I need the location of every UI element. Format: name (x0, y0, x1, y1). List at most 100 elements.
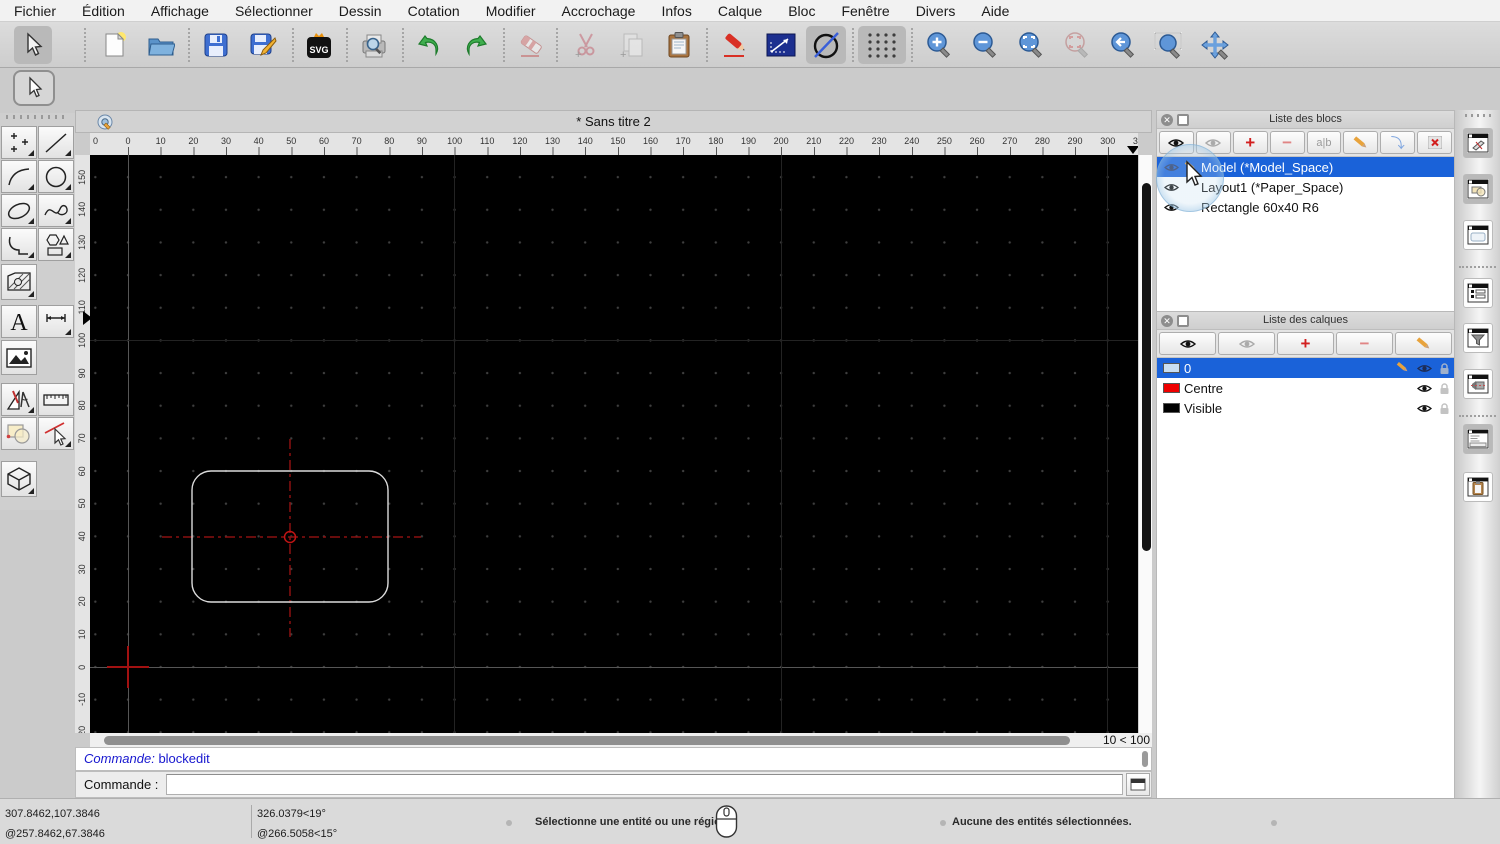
zoom-window-button[interactable] (1150, 26, 1188, 64)
layer-row-0[interactable]: 0 (1157, 358, 1454, 378)
redo-button[interactable] (457, 26, 495, 64)
circle-tool-button[interactable] (38, 160, 74, 193)
line-tool-button[interactable] (38, 126, 74, 159)
hatch-tool-button[interactable] (1, 264, 37, 300)
insert-block-button[interactable]: ⤵ (1380, 131, 1416, 154)
eye-icon[interactable] (1417, 363, 1432, 374)
dock-toggle-filter[interactable] (1463, 323, 1493, 353)
dock-toggle-clipboard[interactable] (1463, 472, 1493, 502)
layer-color-swatch[interactable] (1163, 403, 1180, 413)
command-options-button[interactable] (1126, 773, 1150, 796)
zoom-out-button[interactable] (966, 26, 1004, 64)
measure-tool-button[interactable] (1, 383, 37, 416)
drawing-canvas[interactable] (90, 155, 1138, 733)
dock-toggle-command[interactable] (1463, 424, 1493, 454)
zoom-selected-button[interactable] (1058, 26, 1096, 64)
lock-icon[interactable] (1439, 362, 1450, 375)
open-file-button[interactable] (142, 26, 180, 64)
zoom-in-button[interactable] (920, 26, 958, 64)
delete-block-button[interactable] (1417, 131, 1452, 154)
menu-divers[interactable]: Divers (916, 3, 956, 19)
arc-tool-button[interactable] (1, 160, 37, 193)
spline-tool-button[interactable] (38, 194, 74, 227)
save-button[interactable] (197, 26, 235, 64)
history-scrollbar[interactable] (1141, 750, 1149, 769)
draft-mode-button[interactable] (806, 26, 846, 64)
add-layer-button[interactable]: + (1277, 332, 1334, 355)
dock-toggle-media[interactable] (1463, 369, 1493, 399)
menu-modifier[interactable]: Modifier (486, 3, 536, 19)
menu-aide[interactable]: Aide (981, 3, 1009, 19)
edit-block-button[interactable] (1343, 131, 1379, 154)
palette-drag-handle[interactable] (6, 115, 68, 119)
menu-fenetre[interactable]: Fenêtre (841, 3, 889, 19)
points-tool-button[interactable] (1, 126, 37, 159)
text-tool-button[interactable]: A (1, 305, 37, 338)
document-titlebar[interactable]: * Sans titre 2 (75, 110, 1152, 133)
remove-block-button[interactable]: − (1269, 131, 1305, 154)
menu-infos[interactable]: Infos (661, 3, 691, 19)
canvas-vertical-scrollbar[interactable] (1138, 155, 1152, 733)
menu-fichier[interactable]: Fichier (14, 3, 56, 19)
eye-icon[interactable] (1417, 403, 1432, 414)
menu-selectionner[interactable]: Sélectionner (235, 3, 313, 19)
layer-color-swatch[interactable] (1163, 383, 1180, 393)
grid-toggle-button[interactable] (858, 26, 906, 64)
lock-icon[interactable] (1439, 382, 1450, 395)
command-input[interactable] (166, 774, 1123, 795)
dimension-tool-button[interactable] (38, 305, 74, 338)
modify-tool-button[interactable] (38, 417, 74, 450)
dock-toggle-library[interactable] (1463, 220, 1493, 250)
explode-button[interactable] (762, 26, 800, 64)
solid-3d-tool-button[interactable] (1, 461, 37, 497)
layer-color-swatch[interactable] (1163, 363, 1180, 373)
menu-calque[interactable]: Calque (718, 3, 762, 19)
history-scrollbar-thumb[interactable] (1142, 751, 1148, 767)
dock-toggle-layers[interactable] (1463, 174, 1493, 204)
dock-toggle-entity-list[interactable] (1463, 278, 1493, 308)
polyline-tool-button[interactable] (1, 228, 37, 261)
show-all-layers-button[interactable] (1159, 332, 1216, 355)
layer-row-centre[interactable]: Centre (1157, 378, 1454, 398)
pan-button[interactable] (1196, 26, 1234, 64)
selection-pointer-button[interactable] (13, 70, 55, 106)
pointer-tool-button[interactable] (14, 26, 52, 64)
menu-cotation[interactable]: Cotation (408, 3, 460, 19)
remove-layer-button[interactable]: − (1336, 332, 1393, 355)
pencil-icon[interactable] (1396, 362, 1410, 374)
polygon-tool-button[interactable] (38, 228, 74, 261)
cut-button[interactable]: + (567, 26, 605, 64)
svg-export-button[interactable]: SVG (300, 26, 338, 64)
ruler-tool-button[interactable] (38, 383, 74, 416)
save-as-button[interactable] (244, 26, 282, 64)
layers-panel-header[interactable]: ✕ Liste des calques (1157, 312, 1454, 330)
image-tool-button[interactable] (1, 340, 37, 375)
ellipse-tool-button[interactable] (1, 194, 37, 227)
eye-icon[interactable] (1417, 383, 1432, 394)
v-scrollbar-thumb[interactable] (1141, 183, 1151, 551)
delete-button[interactable] (512, 26, 550, 64)
menu-edition[interactable]: Édition (82, 3, 125, 19)
canvas-horizontal-scrollbar[interactable] (90, 733, 1096, 747)
menu-dessin[interactable]: Dessin (339, 3, 382, 19)
menu-bloc[interactable]: Bloc (788, 3, 815, 19)
blocks-panel-header[interactable]: ✕ Liste des blocs (1157, 111, 1454, 129)
dock-drag-handle[interactable] (1465, 114, 1491, 117)
layer-row-visible[interactable]: Visible (1157, 398, 1454, 418)
lock-icon[interactable] (1439, 402, 1450, 415)
hide-all-layers-button[interactable] (1218, 332, 1275, 355)
pen-attributes-button[interactable] (716, 26, 754, 64)
paste-button[interactable] (660, 26, 698, 64)
rename-block-button[interactable]: a|b (1306, 131, 1342, 154)
print-preview-button[interactable] (355, 26, 393, 64)
copy-button[interactable]: + (613, 26, 651, 64)
menu-accrochage[interactable]: Accrochage (562, 3, 636, 19)
zoom-previous-button[interactable] (1104, 26, 1142, 64)
edit-layer-button[interactable] (1395, 332, 1452, 355)
new-document-button[interactable] (95, 26, 133, 64)
zoom-auto-button[interactable] (1012, 26, 1050, 64)
block-edit-tool-button[interactable] (1, 417, 37, 450)
h-scrollbar-thumb[interactable] (104, 735, 1070, 745)
menu-affichage[interactable]: Affichage (151, 3, 209, 19)
undo-button[interactable] (410, 26, 448, 64)
